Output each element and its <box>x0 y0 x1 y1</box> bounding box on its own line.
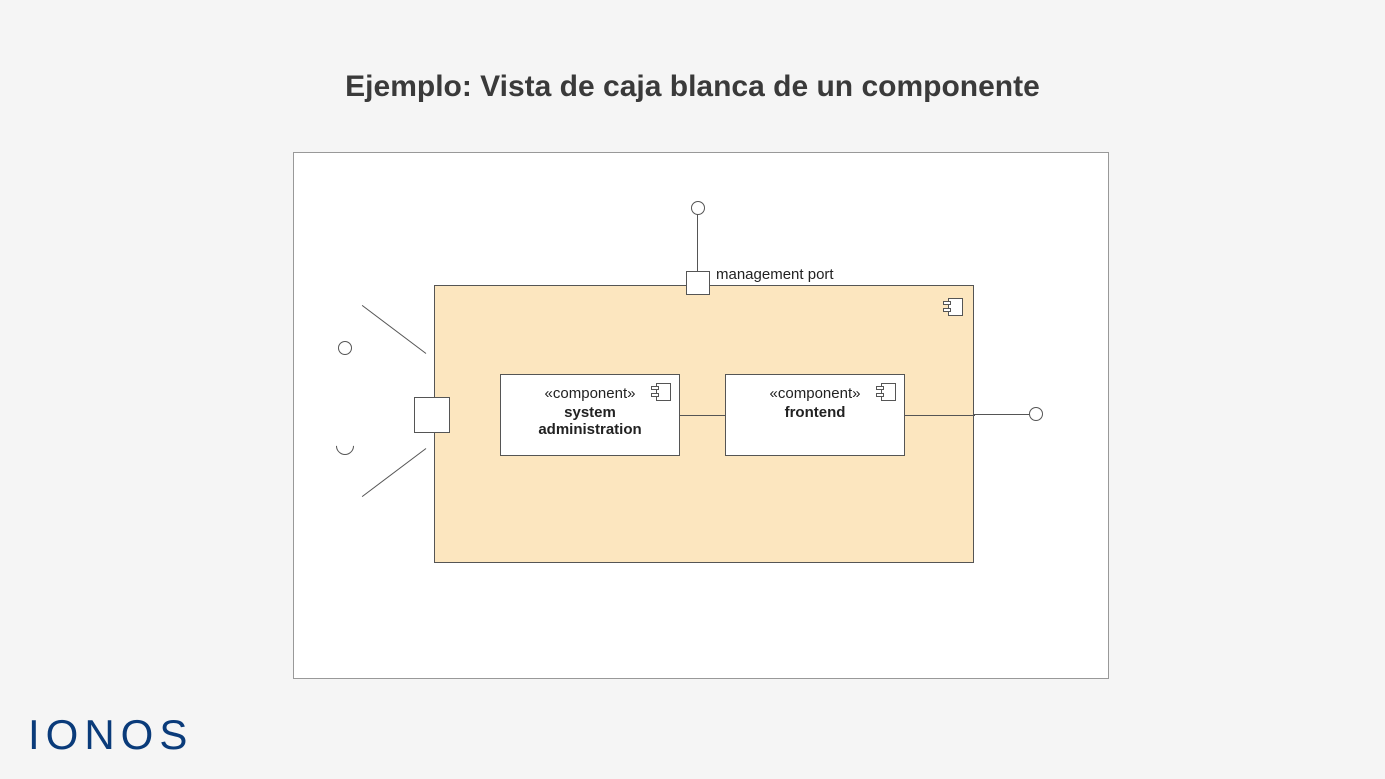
connector-top-vertical <box>697 213 698 271</box>
component-icon <box>876 383 896 401</box>
component-system-administration: «component» system administration <box>500 374 680 456</box>
diagram-title: Ejemplo: Vista de caja blanca de un comp… <box>0 70 1385 104</box>
stereotype-label: «component» <box>515 385 665 402</box>
provided-interface-right <box>1029 407 1043 421</box>
diagram-canvas: «component» system administration «compo… <box>293 152 1109 679</box>
port-left <box>414 397 450 433</box>
port-label-management: management port <box>716 266 834 283</box>
component-icon <box>651 383 671 401</box>
required-interface-left <box>332 433 357 458</box>
connector-a-b <box>680 415 725 416</box>
component-frontend: «component» frontend <box>725 374 905 456</box>
provided-interface-left <box>338 341 352 355</box>
component-name: frontend <box>740 404 890 421</box>
component-name: system administration <box>515 404 665 438</box>
connector-left-upper <box>362 305 426 354</box>
connector-b-right <box>905 415 975 416</box>
component-container: «component» system administration «compo… <box>434 285 974 563</box>
brand-logo: IONOS <box>28 711 193 759</box>
port-management <box>686 271 710 295</box>
connector-left-lower <box>362 448 426 497</box>
component-icon <box>943 298 963 316</box>
stereotype-label: «component» <box>740 385 890 402</box>
provided-interface-top <box>691 201 705 215</box>
